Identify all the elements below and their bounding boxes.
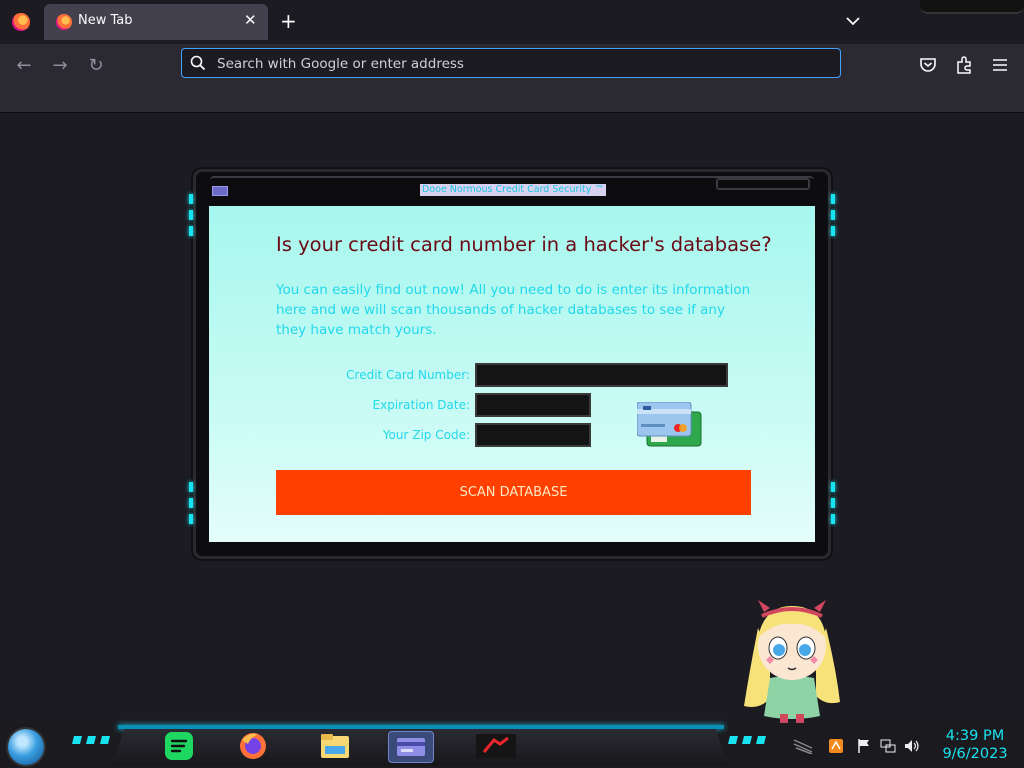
flag-icon[interactable] — [856, 738, 872, 754]
credit-card-app-button[interactable] — [388, 731, 434, 763]
pocket-icon[interactable] — [917, 54, 939, 76]
url-bar[interactable] — [181, 48, 841, 78]
frame-light — [189, 210, 193, 220]
frame-light — [189, 482, 193, 492]
frame-light — [831, 498, 835, 508]
cartoon-character-image — [744, 600, 840, 724]
network-icon[interactable] — [880, 738, 896, 754]
forward-button[interactable]: → — [48, 54, 72, 78]
spotify-icon[interactable] — [162, 730, 196, 762]
app-tray-icon[interactable] — [828, 738, 844, 754]
credit-card-app-icon — [397, 738, 425, 756]
window-frame-decoration — [920, 0, 1024, 14]
tab-title: New Tab — [78, 13, 133, 28]
tab-new-tab[interactable]: New Tab ✕ — [44, 4, 268, 40]
frame-light — [189, 194, 193, 204]
expiration-date-input[interactable] — [475, 393, 591, 417]
firefox-icon[interactable] — [12, 13, 30, 31]
stack-icon[interactable] — [792, 738, 814, 754]
frame-light — [831, 210, 835, 220]
taskbar-glow — [118, 725, 724, 729]
frame-light — [189, 498, 193, 508]
card-number-input[interactable] — [475, 363, 728, 387]
frame-light — [831, 514, 835, 524]
fake-security-popup: Dooe Normous Credit Card Security ™ Is y… — [189, 172, 835, 556]
expiration-date-label: Expiration Date: — [372, 398, 470, 412]
back-button[interactable]: ← — [12, 54, 36, 78]
window-title: Dooe Normous Credit Card Security ™ — [420, 184, 606, 196]
window-icon — [212, 186, 228, 196]
zip-code-label: Your Zip Code: — [382, 428, 470, 442]
clock-date: 9/6/2023 — [942, 746, 1008, 762]
firefox-icon — [56, 14, 72, 30]
close-icon[interactable]: ✕ — [244, 11, 257, 29]
reload-button[interactable]: ↻ — [84, 54, 108, 78]
new-tab-button[interactable]: + — [280, 9, 297, 33]
taskbar-clock[interactable]: 4:39 PM 9/6/2023 — [930, 727, 1020, 763]
chevron-down-icon[interactable] — [842, 10, 864, 32]
credit-cards-icon — [637, 402, 702, 447]
frame-light — [831, 194, 835, 204]
volume-icon[interactable] — [904, 738, 920, 754]
address-input[interactable] — [215, 52, 819, 76]
taskbar-decoration — [72, 736, 110, 744]
navigation-toolbar: ← → ↻ — [0, 44, 1024, 113]
extensions-icon[interactable] — [953, 54, 975, 76]
search-icon — [190, 55, 206, 71]
headline: Is your credit card number in a hacker's… — [276, 233, 772, 256]
scan-database-button[interactable]: SCAN DATABASE — [276, 470, 751, 515]
game-icon[interactable] — [474, 730, 518, 762]
intro-text: You can easily find out now! All you nee… — [276, 282, 751, 338]
firefox-icon[interactable] — [236, 730, 270, 762]
zip-code-input[interactable] — [475, 423, 591, 447]
frame-light — [189, 514, 193, 524]
file-explorer-icon[interactable] — [318, 730, 352, 762]
card-number-label: Credit Card Number: — [346, 368, 470, 382]
menu-icon[interactable] — [989, 54, 1011, 76]
start-button[interactable] — [8, 729, 44, 765]
frame-light — [189, 226, 193, 236]
taskbar-decoration — [728, 736, 766, 744]
form-panel: Is your credit card number in a hacker's… — [209, 206, 815, 542]
clock-time: 4:39 PM — [945, 728, 1005, 744]
frame-decoration — [716, 178, 810, 190]
tab-bar: New Tab ✕ + — [0, 0, 1024, 44]
frame-light — [831, 226, 835, 236]
frame-light — [831, 482, 835, 492]
